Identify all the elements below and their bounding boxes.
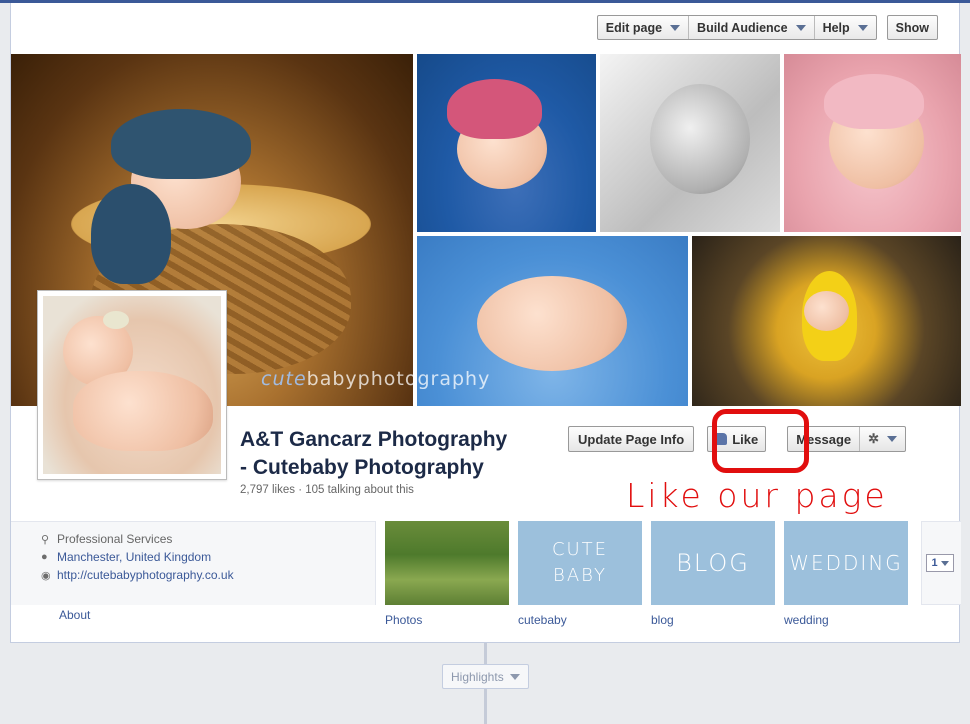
more-apps-button[interactable]: 1	[926, 554, 954, 572]
like-our-page-callout: Like our page	[626, 476, 888, 515]
build-audience-label: Build Audience	[697, 20, 788, 35]
blog-tile: BLOG	[651, 521, 775, 605]
app-tab-cutebaby[interactable]: CUTE BABY cutebaby	[518, 521, 642, 627]
baby-head	[650, 84, 750, 194]
page-title-line1: A&T Gancarz Photography	[240, 428, 508, 451]
chevron-down-icon	[857, 24, 868, 31]
blue-wrap	[91, 184, 171, 284]
about-box: ⚲ Professional Services ● Manchester, Unit…	[11, 521, 376, 605]
location-link[interactable]: Manchester, United Kingdom	[57, 550, 211, 564]
page-title-line2: - Cutebaby Photography	[240, 456, 484, 479]
gear-icon: ✲	[868, 431, 880, 446]
wedding-tile: WEDDING	[784, 521, 908, 605]
edit-page-label: Edit page	[605, 20, 663, 35]
baby-body	[73, 371, 213, 451]
cover-photo-black-white	[600, 54, 780, 232]
update-page-info-label: Update Page Info	[578, 431, 685, 447]
globe-icon: ◉	[41, 569, 51, 582]
build-audience-button[interactable]: Build Audience	[689, 16, 815, 39]
app-caption-photos: Photos	[385, 613, 423, 627]
map-pin-icon: ●	[41, 551, 48, 563]
app-tab-wedding[interactable]: WEDDING wedding	[784, 521, 908, 627]
photos-thumbnail	[385, 521, 509, 605]
baby-head	[804, 291, 849, 331]
app-tab-photos[interactable]: Photos	[385, 521, 509, 627]
location-row: ● Manchester, United Kingdom	[41, 548, 375, 566]
cutebaby-tile: CUTE BABY	[518, 521, 642, 605]
app-tabs: Photos CUTE BABY cutebaby BLOG blog WEDDI…	[385, 521, 961, 627]
update-page-info-button[interactable]: Update Page Info	[568, 426, 695, 452]
watermark-rest: babyphotography	[306, 368, 491, 390]
app-tab-blog[interactable]: BLOG blog	[651, 521, 775, 627]
baby-body	[477, 276, 627, 371]
profile-picture[interactable]	[37, 290, 227, 480]
likes-count[interactable]: 2,797 likes	[240, 484, 295, 496]
knit-hat	[111, 109, 251, 179]
page-stats: 2,797 likes · 105 talking about this	[240, 484, 414, 496]
chevron-down-icon	[509, 673, 520, 680]
about-link[interactable]: About	[59, 608, 90, 622]
cover-photo-pink-blanket	[784, 54, 961, 232]
more-apps-count: 1	[931, 557, 938, 569]
profile-photo-baby	[43, 296, 221, 474]
chevron-down-icon	[795, 24, 806, 31]
cover-photo-pink-bonnet	[417, 54, 596, 232]
watermark-cute: cute	[261, 368, 307, 390]
website-row: ◉ http://cutebabyphotography.co.uk	[41, 566, 375, 584]
show-button[interactable]: Show	[886, 15, 938, 40]
tag-icon: ⚲	[41, 533, 50, 546]
chevron-down-icon	[940, 560, 949, 566]
stats-separator: ·	[298, 484, 303, 496]
chevron-down-icon	[887, 436, 898, 442]
category-row: ⚲ Professional Services	[41, 530, 375, 548]
app-caption-wedding: wedding	[784, 613, 829, 627]
headband-flower	[103, 311, 129, 329]
category-text: Professional Services	[57, 532, 173, 546]
pink-bonnet	[447, 79, 542, 139]
website-link[interactable]: http://cutebabyphotography.co.uk	[57, 568, 234, 582]
cutebaby-tile-line1: CUTE	[551, 539, 609, 560]
admin-toolbar: Edit page Build Audience Help Show	[596, 15, 938, 40]
cover-watermark: cutebabyphotography	[261, 368, 490, 390]
highlights-label: Highlights	[451, 669, 504, 684]
lace-bonnet	[824, 74, 924, 129]
like-highlight-circle	[712, 409, 809, 473]
edit-page-button[interactable]: Edit page	[598, 16, 690, 39]
chevron-down-icon	[670, 24, 681, 31]
page-title: A&T Gancarz Photography - Cutebaby Photo…	[240, 426, 560, 482]
admin-button-group: Edit page Build Audience Help	[596, 15, 877, 40]
app-caption-blog: blog	[651, 613, 674, 627]
app-caption-cutebaby: cutebaby	[518, 613, 567, 627]
cover-photo-yellow-nest	[692, 236, 961, 406]
page-container: Edit page Build Audience Help Show cuteb…	[10, 3, 961, 643]
highlights-dropdown[interactable]: Highlights	[442, 664, 529, 689]
cutebaby-tile-line2: BABY	[553, 565, 607, 586]
help-label: Help	[822, 20, 850, 35]
settings-dropdown-button[interactable]: ✲	[860, 427, 905, 451]
help-button[interactable]: Help	[815, 16, 876, 39]
talking-count[interactable]: 105 talking about this	[305, 484, 414, 496]
more-apps-box: 1	[921, 521, 961, 605]
show-label: Show	[895, 20, 929, 35]
